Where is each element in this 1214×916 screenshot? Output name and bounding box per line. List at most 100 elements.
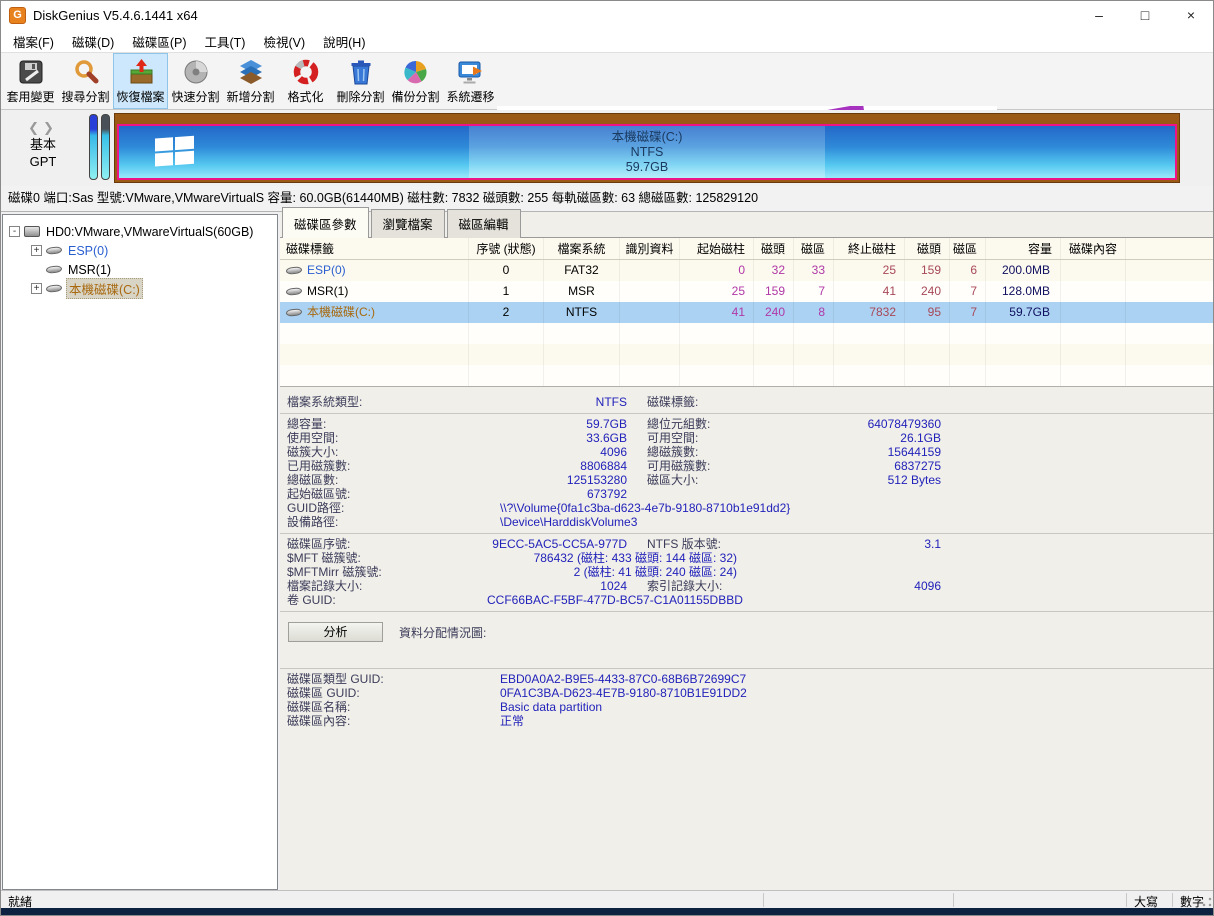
table-row-c-drive-selected[interactable]: 本機磁碟(C:) 2 NTFS 41 240 8 7832 95 7 59.7G…: [280, 302, 1214, 323]
recover-files-button[interactable]: 恢復檔案: [113, 53, 168, 109]
detail-value: 9ECC-5AC5-CC5A-977D: [487, 537, 627, 551]
resize-grip[interactable]: [1202, 897, 1212, 907]
detail-value: 0FA1C3BA-D623-4E7B-9180-8710B1E91DD2: [487, 686, 747, 700]
mini-partition-esp[interactable]: [89, 114, 98, 180]
detail-value: 512 Bytes: [797, 473, 941, 487]
minimize-button[interactable]: –: [1076, 0, 1122, 30]
cell-start-cyl: 41: [680, 302, 754, 323]
analyze-button[interactable]: 分析: [288, 622, 383, 642]
col-header[interactable]: 磁頭: [905, 238, 950, 259]
cell-end-head: 159: [905, 260, 950, 281]
col-header[interactable]: 終止磁柱: [834, 238, 905, 259]
expand-icon[interactable]: +: [31, 245, 42, 256]
menu-tools[interactable]: 工具(T): [196, 30, 255, 53]
system-migration-button[interactable]: 系統遷移: [443, 53, 498, 109]
detail-label: 磁碟區 GUID:: [287, 686, 487, 700]
col-header[interactable]: 容量: [986, 238, 1061, 259]
tab-browse-files[interactable]: 瀏覽檔案: [371, 209, 445, 238]
cell-ident: [620, 281, 680, 302]
col-header[interactable]: 識別資料: [620, 238, 680, 259]
tab-partition-parameters[interactable]: 磁碟區參數: [282, 207, 369, 238]
partition-icon: [286, 266, 303, 275]
tree-item-label: HD0:VMware,VMwareVirtualS(60GB): [44, 225, 255, 239]
tree-item-c-drive[interactable]: + 本機磁碟(C:): [3, 279, 277, 298]
mini-partition-msr[interactable]: [101, 114, 110, 180]
cell-capacity: 59.7GB: [986, 302, 1061, 323]
delete-partition-button[interactable]: 刪除分割: [333, 53, 388, 109]
partition-bar-c[interactable]: 本機磁碟(C:) NTFS 59.7GB: [117, 124, 1177, 180]
detail-label: 磁碟區名稱:: [287, 700, 487, 714]
prev-disk-arrow-icon[interactable]: ❮: [28, 120, 43, 135]
detail-value: CCF66BAC-F5BF-477D-BC57-C1A01155DBBD: [487, 593, 737, 607]
next-disk-arrow-icon[interactable]: ❯: [43, 120, 58, 135]
cell-fs: MSR: [544, 281, 620, 302]
menu-bar: 檔案(F) 磁碟(D) 磁碟區(P) 工具(T) 檢視(V) 說明(H): [0, 30, 1214, 52]
backup-partition-button[interactable]: 備份分割: [388, 53, 443, 109]
col-header[interactable]: 磁頭: [754, 238, 794, 259]
app-logo-icon: G: [9, 7, 26, 24]
col-header[interactable]: 磁區: [950, 238, 986, 259]
partition-icon: [46, 246, 63, 255]
cell-start-head: 32: [754, 260, 794, 281]
menu-disk[interactable]: 磁碟(D): [63, 30, 123, 53]
table-row-esp[interactable]: ESP(0) 0 FAT32 0 32 33 25 159 6 200.0MB: [280, 260, 1214, 281]
detail-value: Basic data partition: [487, 700, 602, 714]
apply-changes-button[interactable]: 套用變更: [3, 53, 58, 109]
expand-collapse-icon[interactable]: -: [9, 226, 20, 237]
disk-nav: ❮❯ 基本 GPT: [0, 119, 86, 170]
col-header[interactable]: 磁碟標籤: [280, 238, 469, 259]
status-bar: 就緒 大寫 數字: [0, 890, 1214, 908]
table-empty-row: [280, 344, 1214, 365]
col-header[interactable]: 檔案系統: [544, 238, 620, 259]
backup-pie-icon: [402, 57, 430, 87]
cell-start-head: 240: [754, 302, 794, 323]
search-partition-button[interactable]: 搜尋分割: [58, 53, 113, 109]
tool-label: 套用變更: [6, 88, 54, 105]
format-button[interactable]: 格式化: [278, 53, 333, 109]
detail-label: 磁碟區序號:: [287, 537, 487, 551]
col-header[interactable]: 磁碟內容: [1061, 238, 1126, 259]
tree-item-hd0[interactable]: - HD0:VMware,VMwareVirtualS(60GB): [3, 222, 277, 241]
cell-label-text: MSR(1): [307, 281, 348, 302]
col-header[interactable]: 起始磁柱: [680, 238, 754, 259]
col-header[interactable]: 序號 (狀態): [469, 238, 544, 259]
new-partition-button[interactable]: 新增分割: [223, 53, 278, 109]
detail-label: 總磁簇數:: [647, 445, 797, 459]
maximize-button[interactable]: □: [1122, 0, 1168, 30]
detail-label: 可用空間:: [647, 431, 797, 445]
details-guid-section: 磁碟區類型 GUID:EBD0A0A2-B9E5-4433-87C0-68B6B…: [280, 669, 1214, 732]
detail-value: EBD0A0A2-B9E5-4433-87C0-68B6B72699C7: [487, 672, 746, 686]
toolbar: 套用變更 搜尋分割 恢復檔案 快速分割 新增分割: [0, 52, 1214, 110]
cell-content: [1061, 302, 1126, 323]
tool-label: 系統遷移: [446, 88, 494, 105]
table-row-msr[interactable]: MSR(1) 1 MSR 25 159 7 41 240 7 128.0MB: [280, 281, 1214, 302]
cell-capacity: 128.0MB: [986, 281, 1061, 302]
tree-item-msr[interactable]: MSR(1): [3, 260, 277, 279]
menu-help[interactable]: 說明(H): [314, 30, 374, 53]
detail-label: 總位元組數:: [647, 417, 797, 431]
hard-disk-icon: [24, 226, 40, 237]
detail-value: 125153280: [487, 473, 627, 487]
close-button[interactable]: ×: [1168, 0, 1214, 30]
col-header[interactable]: 磁區: [794, 238, 834, 259]
menu-file[interactable]: 檔案(F): [4, 30, 63, 53]
cell-ident: [620, 260, 680, 281]
menu-partition[interactable]: 磁碟區(P): [123, 30, 195, 53]
menu-view[interactable]: 檢視(V): [254, 30, 314, 53]
tab-sector-edit[interactable]: 磁區編輯: [447, 209, 521, 238]
cell-serial: 2: [469, 302, 544, 323]
detail-value: 4096: [487, 445, 627, 459]
partition-size: 59.7GB: [626, 160, 668, 175]
cell-start-cyl: 25: [680, 281, 754, 302]
table-header-row: 磁碟標籤 序號 (狀態) 檔案系統 識別資料 起始磁柱 磁頭 磁區 終止磁柱 磁…: [280, 238, 1214, 260]
detail-label: 起始磁區號:: [287, 487, 487, 501]
quick-partition-button[interactable]: 快速分割: [168, 53, 223, 109]
partition-bar[interactable]: 本機磁碟(C:) NTFS 59.7GB: [114, 113, 1180, 183]
cell-serial: 0: [469, 260, 544, 281]
expand-icon[interactable]: +: [31, 283, 42, 294]
disk-overview-panel: ❮❯ 基本 GPT 本機磁碟(C:) NTFS 59.7GB: [0, 110, 1214, 186]
tree-item-esp[interactable]: + ESP(0): [3, 241, 277, 260]
disk-scheme-label: GPT: [0, 153, 86, 170]
disk-type-label: 基本: [0, 136, 86, 153]
tool-label: 快速分割: [171, 88, 219, 105]
